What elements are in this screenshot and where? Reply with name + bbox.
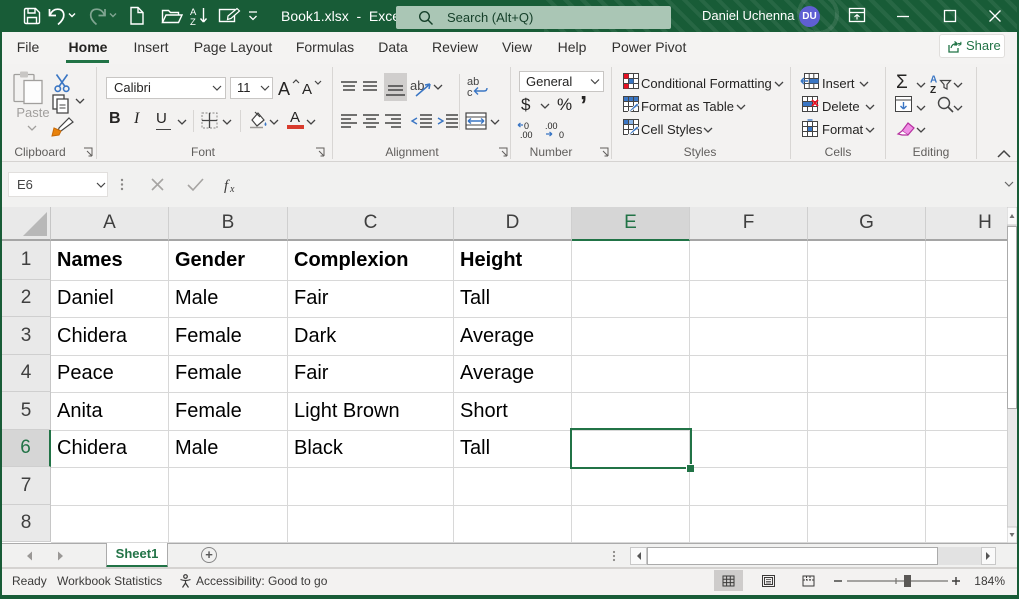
svg-text:Z: Z (190, 17, 196, 26)
svg-text:.00: .00 (520, 130, 533, 140)
svg-text:c: c (467, 87, 473, 99)
svg-text:A: A (278, 79, 290, 99)
svg-text:A: A (930, 75, 937, 86)
svg-text:.00: .00 (545, 121, 558, 131)
svg-text:A: A (302, 81, 312, 98)
svg-text:0: 0 (559, 130, 564, 140)
svg-text:Z: Z (930, 85, 936, 95)
svg-text:x: x (229, 184, 235, 195)
